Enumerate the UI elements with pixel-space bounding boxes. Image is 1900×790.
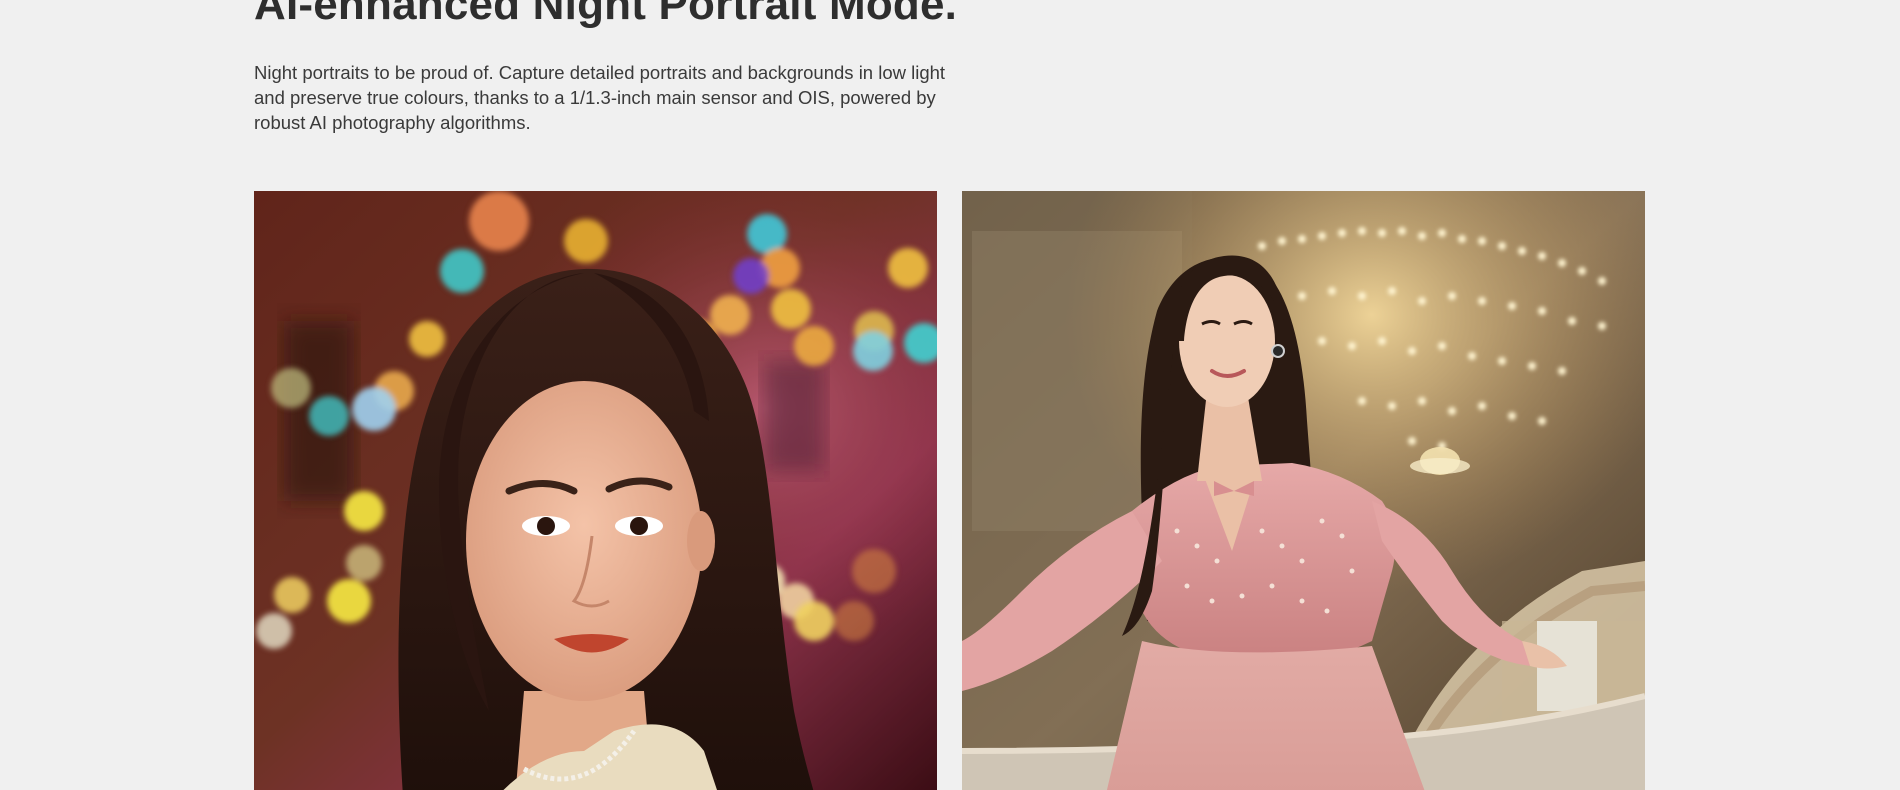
photo-gallery — [254, 191, 1646, 790]
section-description: Night portraits to be proud of. Capture … — [254, 62, 946, 133]
section-title: AI-enhanced Night Portrait Mode. — [254, 0, 958, 29]
night-portrait-bokeh-photo — [254, 191, 937, 790]
portrait-chandelier-photo — [962, 191, 1645, 790]
page: AI-enhanced Night Portrait Mode. Night p… — [0, 0, 1900, 790]
